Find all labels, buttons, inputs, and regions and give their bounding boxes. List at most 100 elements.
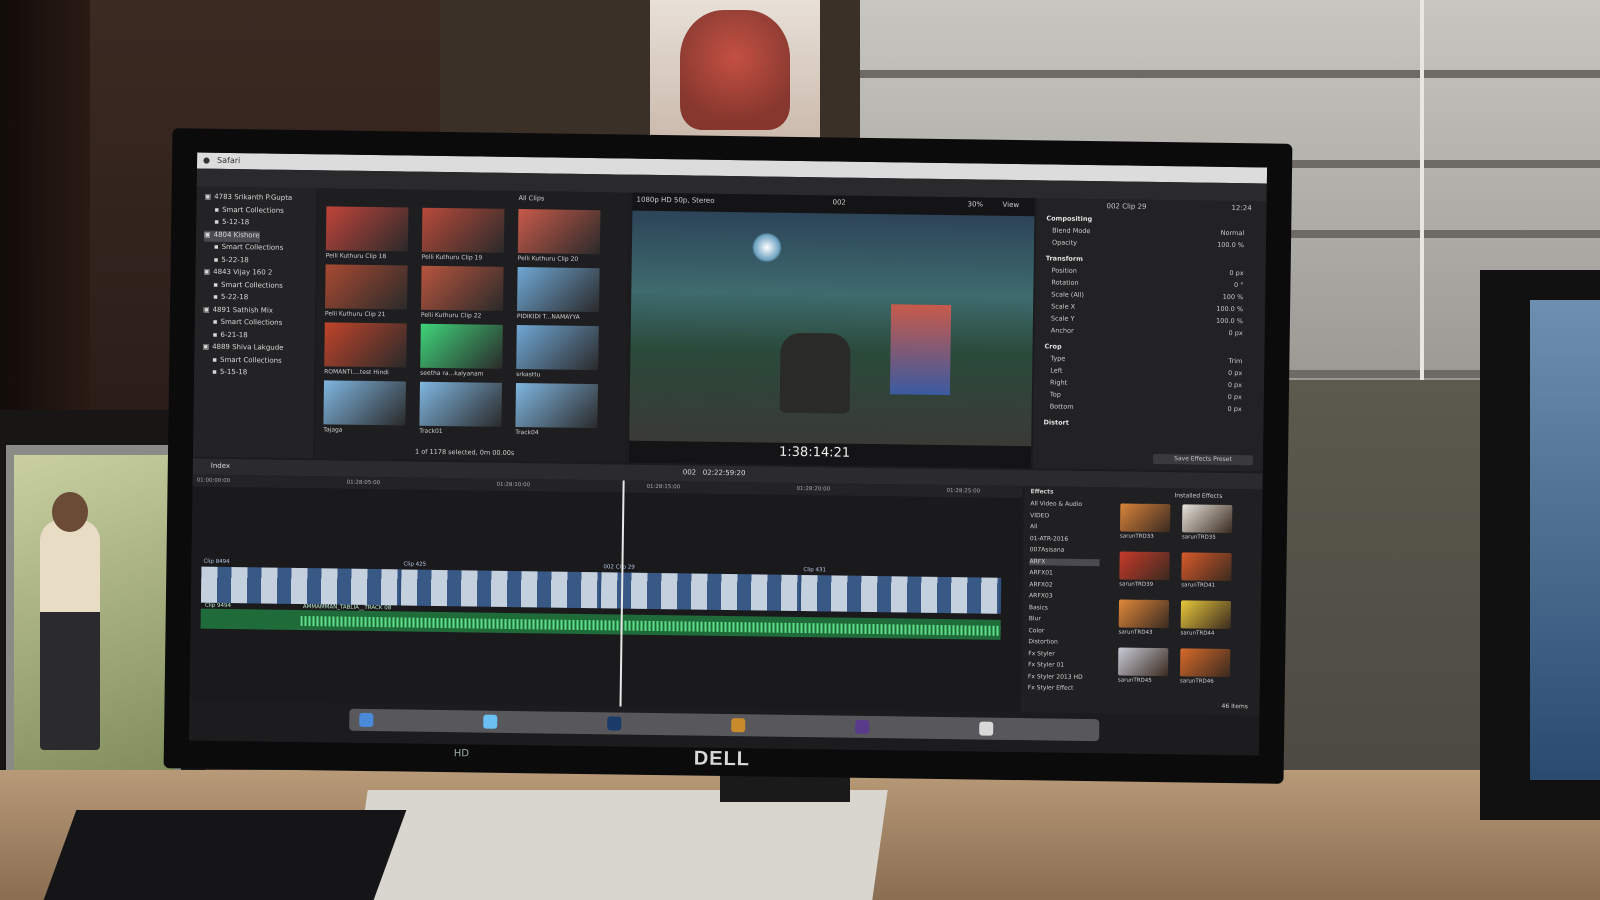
- effect-thumbnail[interactable]: [1119, 503, 1171, 533]
- clip-label: Pelli Kuthuru Clip 20: [517, 255, 579, 263]
- library-item[interactable]: ▪ Smart Collections: [214, 243, 284, 255]
- clip-thumbnail[interactable]: [517, 209, 601, 255]
- clip-thumbnail[interactable]: [516, 325, 599, 371]
- library-item[interactable]: ▣ 4804 Kishore: [203, 230, 260, 242]
- dock: [349, 708, 1100, 742]
- clip-label: Pelli Kuthuru Clip 22: [420, 311, 482, 320]
- library-item[interactable]: ▪ 5-15-18: [212, 368, 247, 379]
- clip-thumbnail[interactable]: [517, 267, 600, 313]
- effects-category[interactable]: All: [1030, 523, 1100, 531]
- video-clip[interactable]: 002 Clip 29: [600, 564, 800, 612]
- effects-category[interactable]: 01-ATR-2016: [1030, 535, 1100, 543]
- clip-thumbnail[interactable]: [325, 206, 409, 252]
- library-item[interactable]: ▪ 5-22-18: [213, 293, 248, 304]
- effects-category[interactable]: Basics: [1029, 604, 1099, 612]
- effect-thumbnail[interactable]: [1179, 648, 1231, 678]
- effects-category[interactable]: Fx Styler 2013 HD: [1028, 673, 1098, 681]
- folder-icon: ▪: [213, 280, 219, 289]
- inspector-row-value[interactable]: 100 %: [1223, 293, 1244, 301]
- inspector-row-value[interactable]: 100.0 %: [1217, 241, 1244, 249]
- library-item[interactable]: ▪ Smart Collections: [213, 318, 283, 330]
- inspector-row-value[interactable]: Normal: [1221, 229, 1245, 237]
- viewer-zoom[interactable]: 30%: [967, 200, 983, 208]
- effects-category[interactable]: Fx Styler Effect: [1028, 684, 1098, 692]
- inspector-row-value[interactable]: 100.0 %: [1216, 305, 1243, 313]
- safari-icon[interactable]: [483, 714, 498, 729]
- apple-icon[interactable]: ●: [203, 156, 210, 165]
- clip-label: Pelli Kuthuru Clip 18: [325, 252, 387, 261]
- library-item[interactable]: ▣ 4843 Vijay 160 2: [203, 268, 272, 280]
- effect-thumbnail[interactable]: [1181, 504, 1233, 534]
- effects-category[interactable]: Blur: [1029, 615, 1099, 623]
- library-item[interactable]: ▪ 6-21-18: [213, 330, 248, 341]
- timeline-duration: 02:22:59:20: [702, 468, 746, 478]
- inspector-row-value[interactable]: 0 px: [1228, 381, 1242, 389]
- clip-thumbnail[interactable]: [325, 264, 408, 310]
- finder-icon[interactable]: [359, 712, 374, 728]
- effects-category[interactable]: ARFX01: [1029, 569, 1099, 577]
- inspector-row-value[interactable]: 0 °: [1234, 281, 1244, 289]
- clip-thumbnail[interactable]: [420, 323, 503, 369]
- inspector-section-header[interactable]: Distort: [1043, 418, 1068, 426]
- inspector-row-value[interactable]: 0 px: [1228, 369, 1242, 377]
- library-item[interactable]: ▪ 5-12-18: [214, 218, 249, 229]
- photoshop-icon[interactable]: [607, 716, 622, 731]
- library-item-label: 5-22-18: [221, 255, 249, 264]
- save-effects-preset-button[interactable]: Save Effects Preset: [1152, 453, 1254, 466]
- timeline[interactable]: 01:00:00:00 01:28:05:00 01:28:10:00 01:28:1…: [189, 474, 1023, 713]
- cabinet-frame: [1420, 0, 1424, 390]
- effect-thumbnail[interactable]: [1118, 599, 1170, 629]
- library-item[interactable]: ▪ Smart Collections: [213, 280, 283, 292]
- effects-category[interactable]: ARFX: [1029, 557, 1100, 566]
- effects-category[interactable]: VIDEO: [1030, 512, 1100, 520]
- effect-thumbnail[interactable]: [1180, 600, 1232, 630]
- inspector-row: Bottom 0 px: [1050, 402, 1250, 416]
- inspector-row-value[interactable]: 0 px: [1229, 269, 1243, 277]
- clip-label: Pelli Kuthuru Clip 21: [324, 310, 386, 319]
- library-item[interactable]: ▪ Smart Collections: [212, 355, 282, 367]
- menu-item[interactable]: Safari: [217, 156, 240, 165]
- inspector-row-value[interactable]: Trim: [1228, 357, 1242, 365]
- clip-thumbnail[interactable]: [419, 381, 502, 427]
- inspector-row-value[interactable]: 0 px: [1227, 405, 1241, 413]
- viewer-view-menu[interactable]: View: [1002, 201, 1019, 209]
- inspector-row-value[interactable]: 100.0 %: [1216, 317, 1243, 325]
- ruler-tick-label: 01:28:20:00: [796, 485, 831, 493]
- bridge-icon[interactable]: [731, 718, 746, 733]
- library-item-label: Smart Collections: [220, 317, 283, 327]
- inspector-section-header[interactable]: Crop: [1045, 342, 1062, 350]
- inspector-section-header[interactable]: Compositing: [1046, 214, 1092, 223]
- effects-category[interactable]: Distortion: [1028, 638, 1098, 646]
- video-clip[interactable]: Clip 8494: [200, 559, 400, 606]
- clip-thumbnail[interactable]: [421, 265, 504, 311]
- inspector-row-value[interactable]: 0 px: [1228, 393, 1242, 401]
- effect-thumbnail[interactable]: [1181, 552, 1232, 582]
- library-item[interactable]: ▪ Smart Collections: [214, 205, 284, 217]
- effects-category[interactable]: ARFX02: [1029, 581, 1099, 589]
- inspector-section-header[interactable]: Transform: [1046, 254, 1083, 263]
- effect-thumbnail[interactable]: [1117, 647, 1169, 677]
- effects-category[interactable]: Fx Styler: [1028, 650, 1098, 658]
- effects-category[interactable]: 007Asisana: [1030, 546, 1100, 554]
- effects-category[interactable]: All Video & Audio: [1030, 500, 1100, 508]
- inspector-row-value[interactable]: 0 px: [1229, 329, 1243, 337]
- installed-effects-menu[interactable]: Installed Effects: [1174, 492, 1222, 500]
- effects-category[interactable]: ARFX03: [1029, 592, 1099, 600]
- library-item[interactable]: ▣ 4891 Sathish Mix: [203, 305, 273, 317]
- clip-thumbnail[interactable]: [515, 383, 598, 429]
- clip-thumbnail[interactable]: [421, 207, 505, 253]
- library-item[interactable]: ▣ 4783 Srikanth P.Gupta: [204, 193, 293, 205]
- clip-thumbnail[interactable]: [324, 322, 407, 368]
- library-item[interactable]: ▪ 5-22-18: [214, 255, 249, 266]
- clips-filter[interactable]: All Clips: [519, 194, 545, 202]
- effect-thumbnail[interactable]: [1119, 551, 1170, 581]
- effects-category[interactable]: Fx Styler 01: [1028, 661, 1098, 669]
- library-item[interactable]: ▣ 4889 Shiva Lakgude: [202, 343, 283, 355]
- effects-category[interactable]: Color: [1029, 627, 1099, 635]
- index-button[interactable]: Index: [211, 462, 230, 470]
- after-effects-icon[interactable]: [855, 719, 870, 734]
- clip-thumbnail[interactable]: [323, 380, 407, 426]
- video-clip[interactable]: Clip 431: [800, 567, 1000, 614]
- trash-icon[interactable]: [979, 721, 994, 736]
- video-clip[interactable]: Clip 425: [400, 561, 600, 609]
